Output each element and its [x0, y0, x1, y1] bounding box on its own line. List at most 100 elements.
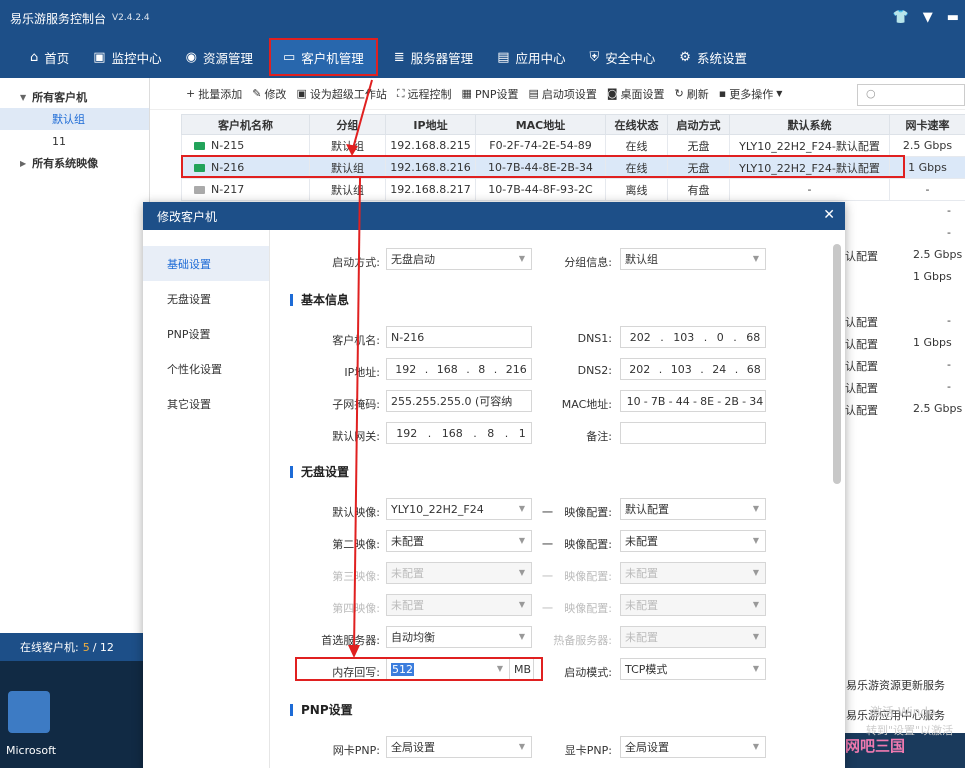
super-ws-button[interactable]: ▣ 设为超级工作站	[296, 86, 386, 102]
address-separator: .	[427, 426, 432, 440]
gpu-pnp-select[interactable]: 全局设置 ▼	[620, 736, 766, 758]
title-bar: 易乐游服务控制台 V2.4.2.4 👕 ▼ ▬	[0, 0, 965, 36]
table-cell: 离线	[605, 178, 668, 201]
address-octet[interactable]: 202	[629, 363, 650, 376]
tree-group-11[interactable]: 11	[0, 130, 149, 152]
tab-diskless[interactable]: 无盘设置	[143, 281, 269, 316]
tree-default-group[interactable]: 默认组	[0, 108, 149, 130]
column-header[interactable]: 启动方式	[667, 114, 730, 135]
address-octet[interactable]: 7B	[651, 395, 666, 408]
column-header[interactable]: 客户机名称	[181, 114, 310, 135]
second-image-select[interactable]: 未配置 ▼	[386, 530, 532, 552]
nav-security[interactable]: ⛨ 安全中心	[578, 36, 668, 78]
desktop-settings-button[interactable]: ◙ 桌面设置	[607, 86, 665, 102]
remote-control-button[interactable]: ⛶ 远程控制	[397, 86, 452, 102]
address-octet[interactable]: 192	[396, 427, 417, 440]
tab-other[interactable]: 其它设置	[143, 386, 269, 421]
address-octet[interactable]: 192	[395, 363, 416, 376]
column-header[interactable]: 在线状态	[605, 114, 668, 135]
more-actions-button[interactable]: ▪ 更多操作 ▼	[719, 86, 783, 102]
column-header[interactable]: IP地址	[385, 114, 476, 135]
table-cell: 在线	[605, 134, 668, 157]
table-row[interactable]: N-215 默认组 192.168.8.215 F0-2F-74-2E-54-89 在线…	[181, 134, 965, 157]
overflow-cell: 认配置	[845, 250, 878, 263]
search-input[interactable]: ○	[857, 84, 965, 106]
address-octet[interactable]: 202	[630, 331, 651, 344]
minimize-icon[interactable]: ▬	[947, 10, 959, 25]
address-octet[interactable]: 10	[627, 395, 641, 408]
address-separator: .	[424, 362, 429, 376]
plus-icon: +	[186, 87, 196, 100]
address-octet[interactable]: 34	[749, 395, 763, 408]
subnet-mask-select[interactable]: 255.255.255.0 (可容纳	[386, 390, 532, 412]
address-octet[interactable]: 103	[673, 331, 694, 344]
table-cell: -	[889, 178, 965, 201]
edit-button[interactable]: ✎ 修改	[252, 86, 286, 102]
ip-address-input[interactable]: 192. 168. 8. 216	[386, 358, 532, 380]
address-octet[interactable]: 168	[442, 427, 463, 440]
image-config-select-1[interactable]: 默认配置 ▼	[620, 498, 766, 520]
tab-basic[interactable]: 基础设置	[143, 246, 269, 281]
group-select[interactable]: 默认组 ▼	[620, 248, 766, 270]
boot-mode-select[interactable]: 无盘启动 ▼	[386, 248, 532, 270]
nic-pnp-select[interactable]: 全局设置 ▼	[386, 736, 532, 758]
address-octet[interactable]: 1	[519, 427, 526, 440]
table-cell: 1 Gbps	[889, 156, 965, 179]
table-row[interactable]: N-217 默认组 192.168.8.217 10-7B-44-8F-93-2C 离线…	[181, 178, 965, 201]
tree-all-clients[interactable]: ▼ 所有客户机	[0, 86, 149, 108]
nav-home[interactable]: ⌂ 首页	[18, 36, 81, 78]
address-octet[interactable]: 8	[487, 427, 494, 440]
column-header[interactable]: 默认系统	[729, 114, 890, 135]
address-octet[interactable]: 103	[671, 363, 692, 376]
tab-pnp[interactable]: PNP设置	[143, 316, 269, 351]
startup-items-button[interactable]: ▤ 启动项设置	[528, 86, 596, 102]
address-octet[interactable]: 68	[747, 363, 761, 376]
close-icon[interactable]: ✕	[823, 207, 835, 223]
address-octet[interactable]: 2B	[724, 395, 739, 408]
default-image-select[interactable]: YLY10_22H2_F24 ▼	[386, 498, 532, 520]
menu-icon[interactable]: ▼	[923, 10, 933, 25]
address-octet[interactable]: 24	[712, 363, 726, 376]
column-header[interactable]: MAC地址	[475, 114, 606, 135]
desktop-shortcut-icon[interactable]	[8, 691, 50, 733]
skin-icon[interactable]: 👕	[893, 10, 909, 25]
preferred-server-select[interactable]: 自动均衡 ▼	[386, 626, 532, 648]
overflow-cell: 2.5 Gbps	[913, 402, 963, 415]
address-octet[interactable]: 216	[506, 363, 527, 376]
nav-clients[interactable]: ▭ 客户机管理	[268, 38, 378, 76]
tab-personalize[interactable]: 个性化设置	[143, 351, 269, 386]
mac-address-input[interactable]: 10-7B -44-8E -2B -34	[620, 390, 766, 412]
table-row[interactable]: N-216 默认组 192.168.8.216 10-7B-44-8E-2B-34 在线…	[181, 156, 965, 179]
address-octet[interactable]: 68	[746, 331, 760, 344]
gateway-input[interactable]: 192. 168. 8. 1	[386, 422, 532, 444]
chevron-down-icon: ▼	[518, 504, 525, 513]
address-octet[interactable]: 8	[478, 363, 485, 376]
refresh-button[interactable]: ↻ 刷新	[675, 86, 709, 102]
tree-all-images[interactable]: ▶ 所有系统映像	[0, 152, 149, 174]
note-input[interactable]	[620, 422, 766, 444]
client-name-input[interactable]: N-216	[386, 326, 532, 348]
memory-writeback-select[interactable]: 512 ▼	[386, 658, 510, 680]
table-cell: N-216	[181, 156, 310, 179]
dns1-input[interactable]: 202. 103. 0. 68	[620, 326, 766, 348]
table-cell: 2.5 Gbps	[889, 134, 965, 157]
dns2-input[interactable]: 202. 103. 24. 68	[620, 358, 766, 380]
address-octet[interactable]: 0	[717, 331, 724, 344]
nav-monitor[interactable]: ▣ 监控中心	[81, 36, 173, 78]
nav-resources[interactable]: ◉ 资源管理	[174, 36, 265, 78]
address-octet[interactable]: 8E	[700, 395, 714, 408]
nav-servers[interactable]: ≣ 服务器管理	[382, 36, 485, 78]
address-octet[interactable]: 168	[437, 363, 458, 376]
nav-settings[interactable]: ⚙ 系统设置	[667, 36, 759, 78]
scrollbar[interactable]	[833, 244, 841, 484]
address-octet[interactable]: 44	[676, 395, 690, 408]
nav-apps[interactable]: ▤ 应用中心	[485, 36, 577, 78]
image-config-select-2[interactable]: 未配置 ▼	[620, 530, 766, 552]
overflow-cell: -	[947, 226, 951, 239]
batch-add-button[interactable]: + 批量添加	[186, 86, 242, 102]
pnp-settings-button[interactable]: ▦ PNP设置	[462, 86, 519, 102]
column-header[interactable]: 网卡速率	[889, 114, 965, 135]
workstation-icon: ▣	[296, 87, 307, 100]
boot-mode-tcp-select[interactable]: TCP模式 ▼	[620, 658, 766, 680]
column-header[interactable]: 分组	[309, 114, 386, 135]
